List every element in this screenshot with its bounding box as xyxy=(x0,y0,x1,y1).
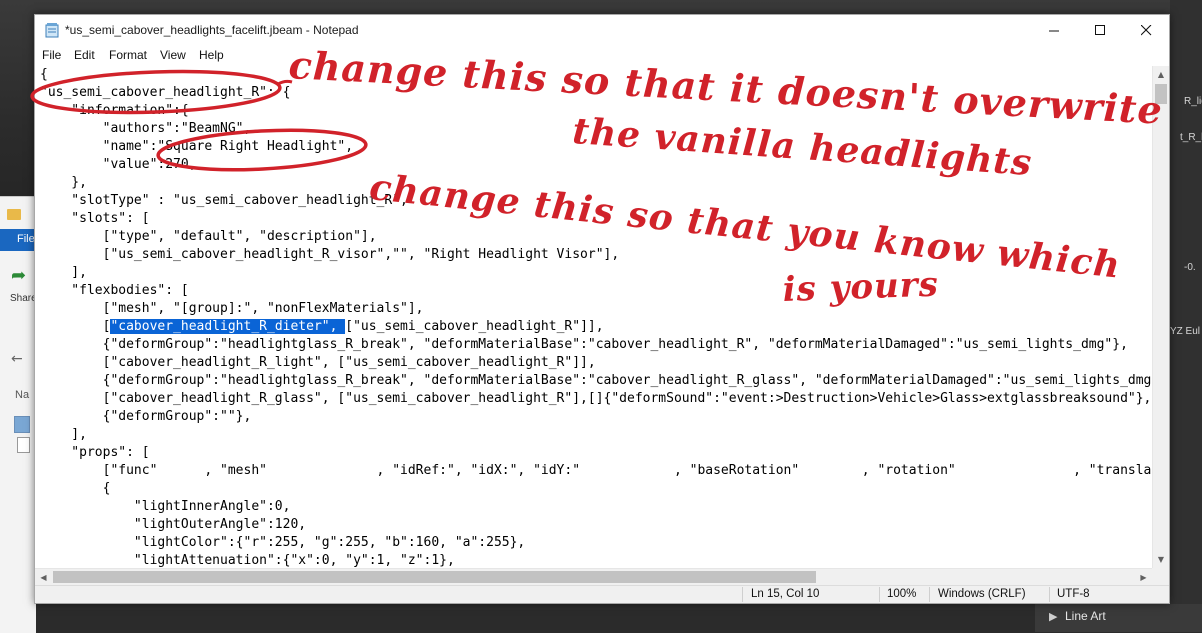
scrollbar-corner xyxy=(1152,568,1169,585)
status-divider xyxy=(929,587,930,602)
editor-line: "lightOuterAngle":120, xyxy=(40,517,307,532)
editor-line: "props": [ xyxy=(40,445,150,460)
scroll-left-icon[interactable]: ◀ xyxy=(35,569,52,585)
minimize-icon xyxy=(1048,30,1059,32)
editor-line: "flexbodies": [ xyxy=(40,283,189,298)
editor-line: ], xyxy=(40,427,87,442)
explorer-file-tab[interactable]: File xyxy=(0,229,36,251)
text-editor[interactable]: { "us_semi_cabover_headlight_R": { "info… xyxy=(35,66,1152,568)
scroll-right-icon[interactable]: ▶ xyxy=(1135,569,1152,585)
document-icon[interactable] xyxy=(14,416,30,433)
selection-after: ["us_semi_cabover_headlight_R"]], xyxy=(345,319,604,334)
selection-before: [ xyxy=(40,319,111,334)
window-title: *us_semi_cabover_headlights_facelift.jbe… xyxy=(65,23,359,37)
explorer-nav-label: Na xyxy=(15,389,30,401)
scroll-down-icon[interactable]: ▼ xyxy=(1153,551,1169,568)
status-bar: Ln 15, Col 10 100% Windows (CRLF) UTF-8 xyxy=(35,585,1169,603)
vertical-scrollbar[interactable]: ▲ ▼ xyxy=(1152,66,1169,568)
expand-arrow-icon: ▶ xyxy=(1049,610,1058,623)
editor-line: ], xyxy=(40,265,87,280)
notepad-app-icon xyxy=(45,23,59,38)
editor-line: ["us_semi_cabover_headlight_R_visor","",… xyxy=(40,247,620,262)
editor-line: "information":{ xyxy=(40,103,189,118)
editor-line: ["cabover_headlight_R_light", ["us_semi_… xyxy=(40,355,596,370)
right-panel-text: R_ligh xyxy=(1184,96,1202,107)
share-icon[interactable]: ➦ xyxy=(11,265,33,286)
editor-line: }, xyxy=(40,175,87,190)
editor-line: "value":270, xyxy=(40,157,197,172)
menu-file[interactable]: File xyxy=(42,48,61,62)
editor-line: "us_semi_cabover_headlight_R": { xyxy=(40,85,291,100)
editor-line: "authors":"BeamNG", xyxy=(40,121,252,136)
editor-line: {"deformGroup":"headlightglass_R_break",… xyxy=(40,373,1152,388)
editor-line-selected: ["cabover_headlight_R_dieter", ["us_semi… xyxy=(40,318,604,336)
notepad-window: *us_semi_cabover_headlights_facelift.jbe… xyxy=(34,14,1170,604)
document-icon[interactable] xyxy=(17,437,30,453)
vertical-scroll-thumb[interactable] xyxy=(1155,84,1167,104)
encoding: UTF-8 xyxy=(1057,588,1090,600)
status-divider xyxy=(1049,587,1050,602)
editor-line: ["func" , "mesh" , "idRef:", "idX:", "id… xyxy=(40,463,1152,478)
title-bar[interactable]: *us_semi_cabover_headlights_facelift.jbe… xyxy=(35,15,1169,46)
horizontal-scroll-thumb[interactable] xyxy=(53,571,816,583)
minimize-button[interactable] xyxy=(1031,15,1077,46)
cursor-position: Ln 15, Col 10 xyxy=(751,588,820,600)
menu-format[interactable]: Format xyxy=(109,48,147,62)
status-divider xyxy=(879,587,880,602)
back-arrow-icon[interactable]: ← xyxy=(11,351,23,367)
layer-item-label: Line Art xyxy=(1065,609,1106,623)
editor-line: ["cabover_headlight_R_glass", ["us_semi_… xyxy=(40,391,1152,406)
horizontal-scrollbar[interactable]: ◀ ▶ xyxy=(35,568,1152,585)
scroll-up-icon[interactable]: ▲ xyxy=(1153,66,1169,83)
maximize-button[interactable] xyxy=(1077,15,1123,46)
menu-bar: File Edit Format View Help xyxy=(35,46,1169,66)
editor-line: "lightColor":{"r":255, "g":255, "b":160,… xyxy=(40,535,526,550)
maximize-icon xyxy=(1094,25,1105,35)
background-file-explorer: File ➦ Share ← Na xyxy=(0,196,37,633)
status-divider xyxy=(742,587,743,602)
background-layer-item[interactable]: ▶ Line Art xyxy=(1035,604,1202,632)
folder-icon xyxy=(7,209,21,220)
line-endings: Windows (CRLF) xyxy=(938,588,1026,600)
editor-line: "name":"Square Right Headlight", xyxy=(40,139,354,154)
menu-edit[interactable]: Edit xyxy=(74,48,95,62)
background-right-panel: R_ligh t_R_li -0. YZ Eul xyxy=(1170,0,1202,632)
editor-line: ["type", "default", "description"], xyxy=(40,229,377,244)
editor-line: "slotType" : "us_semi_cabover_headlight_… xyxy=(40,193,408,208)
close-button[interactable] xyxy=(1123,15,1169,46)
text-selection: "cabover_headlight_R_dieter", xyxy=(110,319,346,334)
editor-line: { xyxy=(40,67,48,82)
editor-line: {"deformGroup":""}, xyxy=(40,409,252,424)
editor-line: ["mesh", "[group]:", "nonFlexMaterials"]… xyxy=(40,301,424,316)
menu-view[interactable]: View xyxy=(160,48,186,62)
right-panel-value: -0. xyxy=(1184,262,1196,273)
explorer-share-label: Share xyxy=(10,293,37,304)
right-panel-text: t_R_li xyxy=(1180,132,1202,143)
close-icon xyxy=(1140,25,1151,36)
editor-line: { xyxy=(40,481,111,496)
right-panel-text: YZ Eul xyxy=(1170,326,1201,337)
editor-line: "lightInnerAngle":0, xyxy=(40,499,291,514)
editor-line: {"deformGroup":"headlightglass_R_break",… xyxy=(40,337,1128,352)
editor-line: "lightAttenuation":{"x":0, "y":1, "z":1}… xyxy=(40,553,455,568)
zoom-level: 100% xyxy=(887,588,917,600)
menu-help[interactable]: Help xyxy=(199,48,224,62)
editor-line: "slots": [ xyxy=(40,211,150,226)
